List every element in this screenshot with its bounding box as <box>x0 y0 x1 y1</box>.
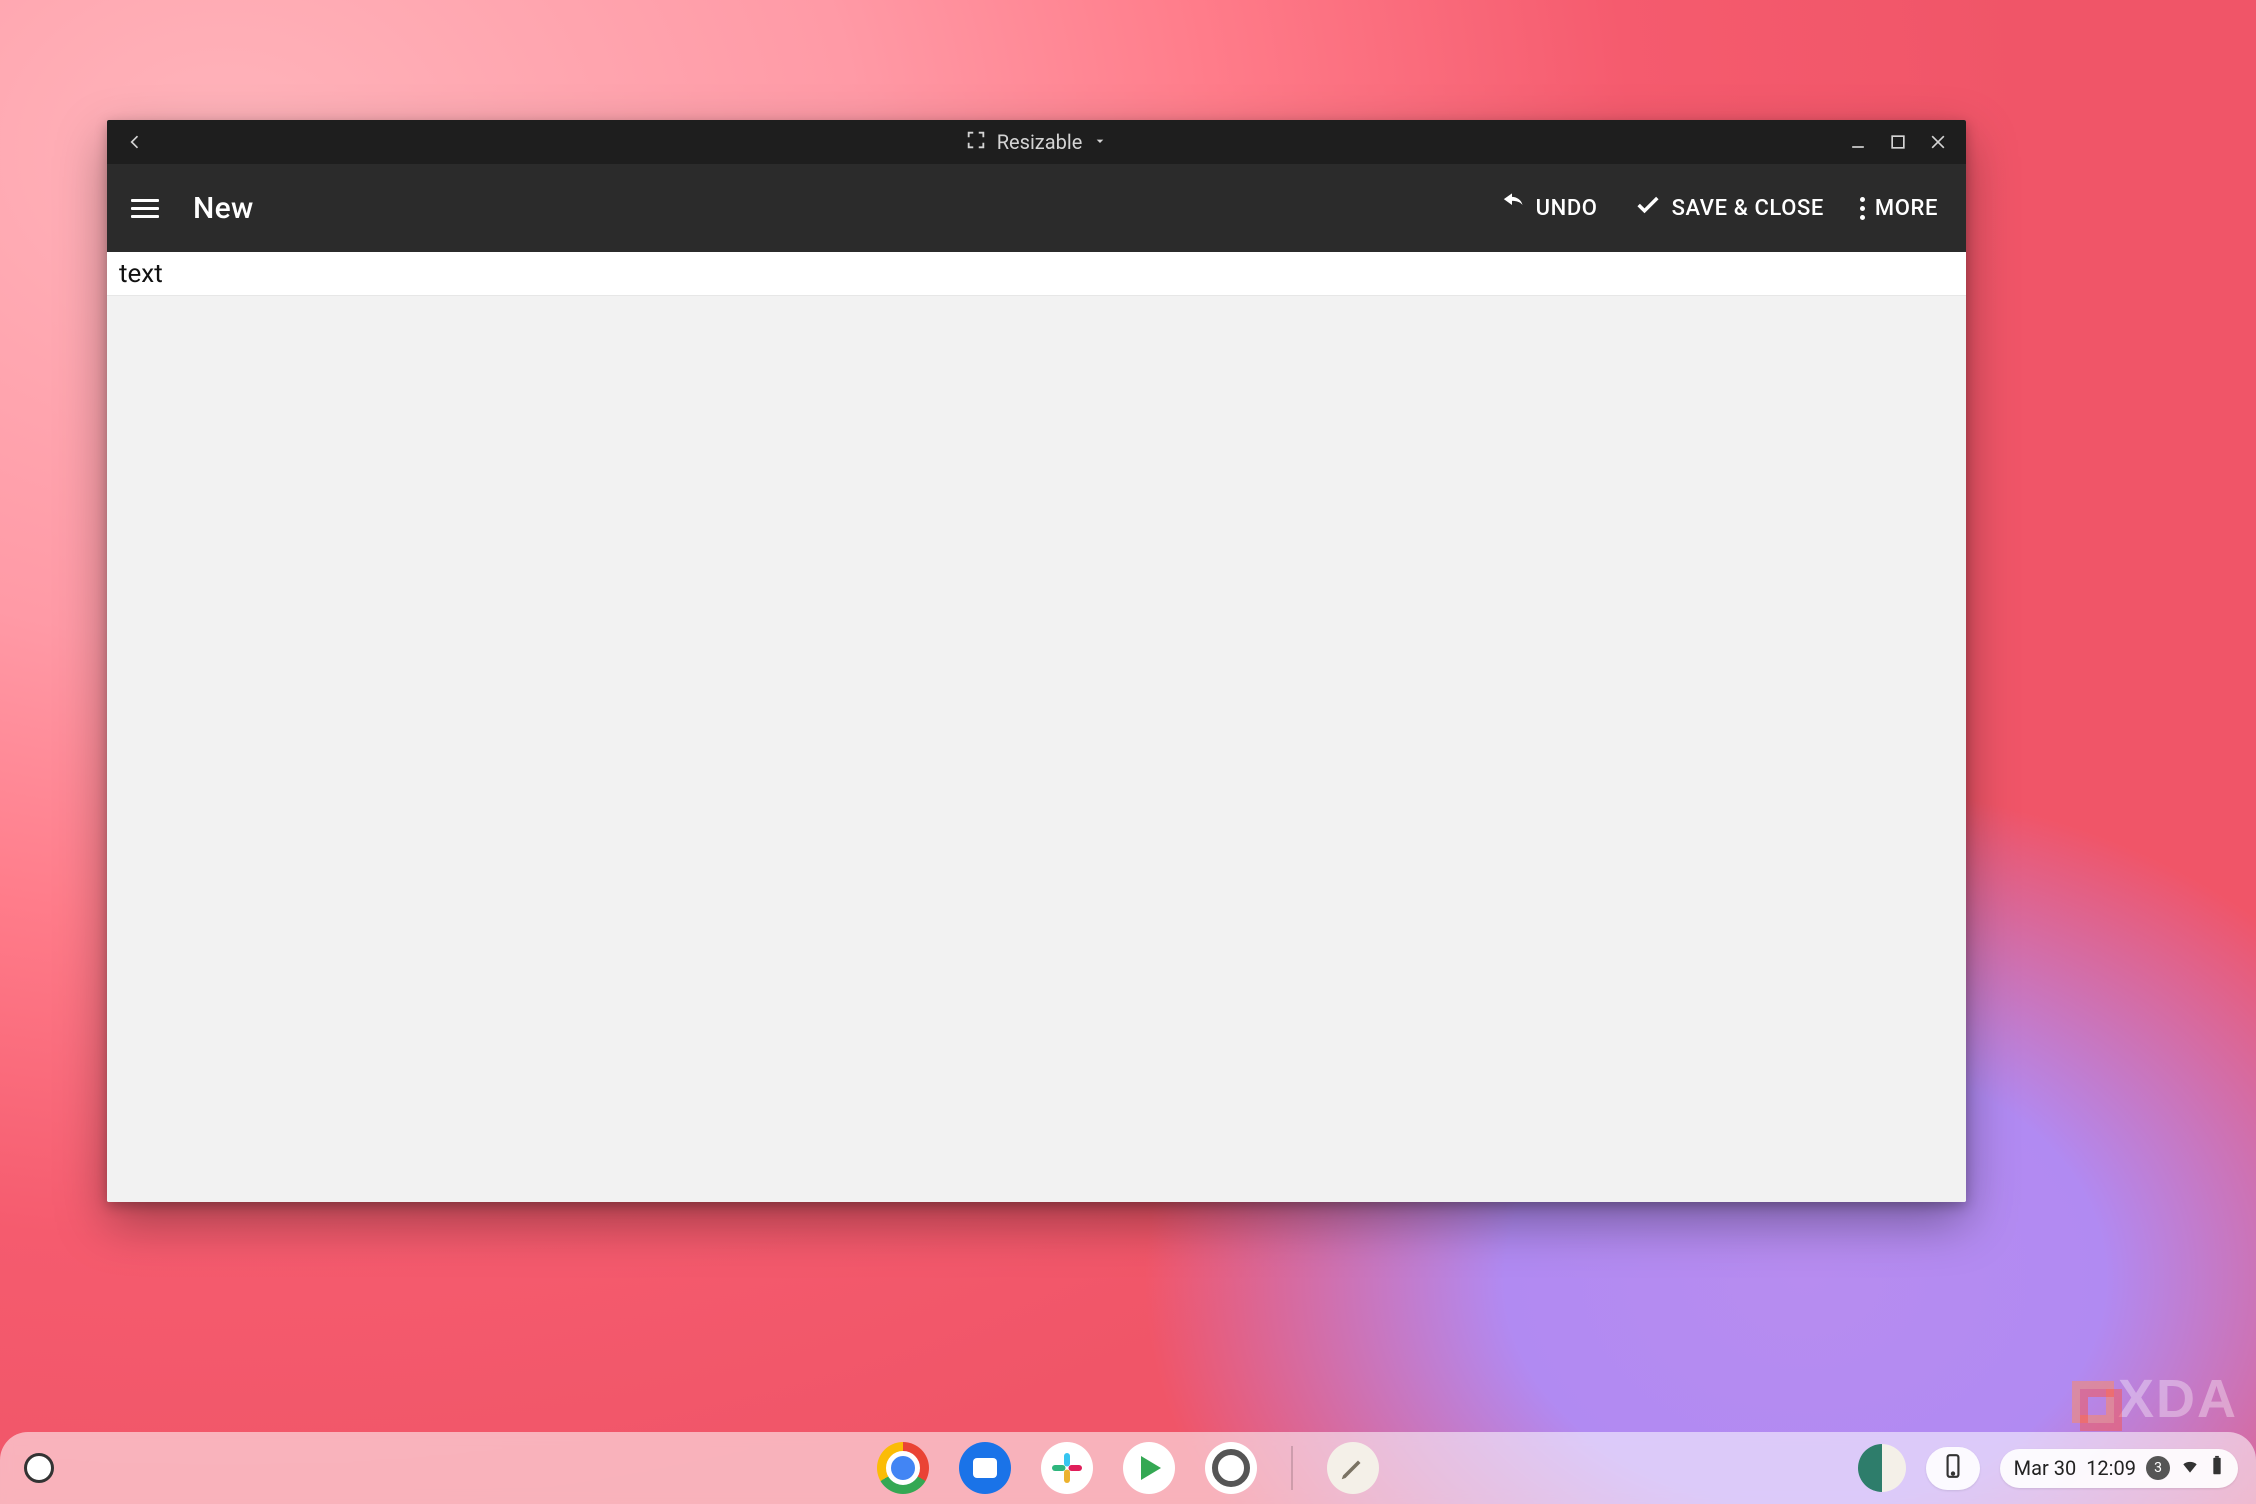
close-button[interactable] <box>1918 120 1958 164</box>
status-time: 12:09 <box>2086 1456 2136 1480</box>
app-window: Resizable New <box>107 120 1966 1202</box>
save-close-label: SAVE & CLOSE <box>1672 196 1824 221</box>
page-title: New <box>193 191 254 226</box>
shelf-app-text-editor[interactable] <box>1327 1442 1379 1494</box>
phone-hub-button[interactable] <box>1926 1447 1980 1490</box>
maximize-button[interactable] <box>1878 120 1918 164</box>
watermark-text: XDA <box>2118 1369 2238 1429</box>
wifi-icon <box>2180 1456 2200 1481</box>
shelf-status-area: Mar 30 12:09 3 <box>1858 1444 2238 1492</box>
editor-first-line-text: text <box>119 259 163 289</box>
watermark: XDA <box>2072 1368 2238 1430</box>
undo-label: UNDO <box>1536 196 1598 221</box>
app-toolbar: New UNDO SAVE & CLOSE MORE <box>107 164 1966 252</box>
launcher-button[interactable] <box>24 1453 54 1483</box>
more-button[interactable]: MORE <box>1860 196 1938 221</box>
resizable-label: Resizable <box>997 130 1083 154</box>
notification-count: 3 <box>2146 1456 2170 1480</box>
menu-button[interactable] <box>125 188 165 228</box>
undo-button[interactable]: UNDO <box>1498 191 1598 225</box>
shelf-app-play-store[interactable] <box>1123 1442 1175 1494</box>
more-vert-icon <box>1860 197 1865 220</box>
shelf-app-chrome[interactable] <box>877 1442 929 1494</box>
shelf-app-files[interactable] <box>959 1442 1011 1494</box>
shelf-app-slack[interactable] <box>1041 1442 1093 1494</box>
more-label: MORE <box>1875 196 1938 221</box>
editor-first-line[interactable]: text <box>107 252 1966 296</box>
window-titlebar: Resizable <box>107 120 1966 164</box>
undo-icon <box>1498 191 1526 225</box>
phone-icon <box>1940 1453 1966 1484</box>
resizable-dropdown[interactable]: Resizable <box>107 129 1966 156</box>
status-date: Mar 30 <box>2014 1456 2077 1480</box>
editor-body[interactable] <box>107 296 1966 1202</box>
battery-icon <box>2210 1455 2224 1482</box>
shelf-app-settings[interactable] <box>1205 1442 1257 1494</box>
resize-frame-icon <box>965 129 987 156</box>
chevron-down-icon <box>1092 130 1108 154</box>
save-close-button[interactable]: SAVE & CLOSE <box>1634 191 1824 225</box>
status-tray[interactable]: Mar 30 12:09 3 <box>2000 1449 2238 1488</box>
shelf-divider <box>1291 1446 1293 1490</box>
check-icon <box>1634 191 1662 225</box>
back-button[interactable] <box>115 120 155 164</box>
shelf: Mar 30 12:09 3 <box>0 1432 2256 1504</box>
minimize-button[interactable] <box>1838 120 1878 164</box>
user-avatar[interactable] <box>1858 1444 1906 1492</box>
watermark-logo-icon <box>2072 1381 2114 1423</box>
shelf-apps <box>877 1442 1379 1494</box>
